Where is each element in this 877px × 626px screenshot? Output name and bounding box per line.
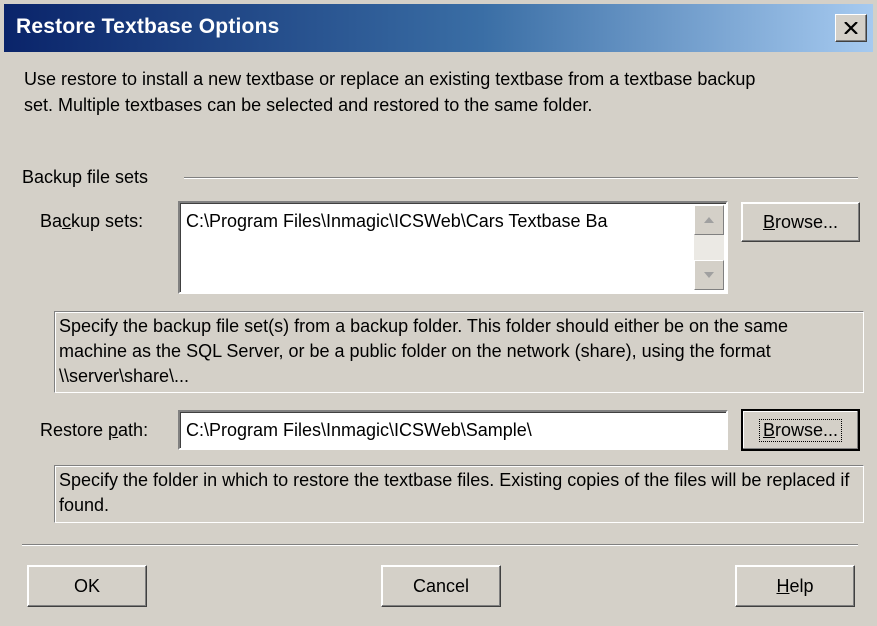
backup-sets-scrollbar[interactable] xyxy=(694,205,724,290)
restore-path-value: C:\Program Files\Inmagic\ICSWeb\Sample\ xyxy=(186,420,532,440)
restore-path-input[interactable]: C:\Program Files\Inmagic\ICSWeb\Sample\ xyxy=(178,410,728,450)
intro-text: Use restore to install a new textbase or… xyxy=(24,69,756,115)
browse-label: Browse... xyxy=(762,211,839,232)
scroll-down-button[interactable] xyxy=(694,260,724,290)
scroll-down-icon xyxy=(704,272,714,278)
cancel-button[interactable]: Cancel xyxy=(381,565,501,607)
footer-divider xyxy=(22,544,858,546)
backup-sets-label: Backup sets: xyxy=(40,211,144,231)
ok-button[interactable]: OK xyxy=(27,565,147,607)
help-label: Help xyxy=(776,575,814,596)
scroll-up-icon xyxy=(704,217,714,223)
ok-label: OK xyxy=(73,575,100,596)
help-button[interactable]: Help xyxy=(735,565,855,607)
restore-textbase-dialog: Restore Textbase Options Use restore to … xyxy=(0,0,877,626)
restore-path-hint: Specify the folder in which to restore t… xyxy=(54,465,864,523)
backup-sets-browse-button[interactable]: Browse... xyxy=(741,202,860,242)
cancel-label: Cancel xyxy=(412,575,470,596)
scroll-up-button[interactable] xyxy=(694,205,724,235)
close-button[interactable] xyxy=(835,14,867,42)
backup-sets-listbox[interactable]: C:\Program Files\Inmagic\ICSWeb\Cars Tex… xyxy=(178,201,728,294)
browse-label-focused: Browse... xyxy=(758,418,843,442)
window-title: Restore Textbase Options xyxy=(16,15,280,38)
restore-path-browse-button[interactable]: Browse... xyxy=(741,409,860,451)
group-divider xyxy=(184,177,858,179)
restore-path-label: Restore path: xyxy=(40,420,149,440)
backup-sets-hint: Specify the backup file set(s) from a ba… xyxy=(54,311,864,393)
backup-sets-value: C:\Program Files\Inmagic\ICSWeb\Cars Tex… xyxy=(186,211,608,231)
close-icon xyxy=(844,22,858,34)
title-bar[interactable]: Restore Textbase Options xyxy=(4,4,873,52)
backup-file-sets-group-label: Backup file sets xyxy=(22,167,149,187)
